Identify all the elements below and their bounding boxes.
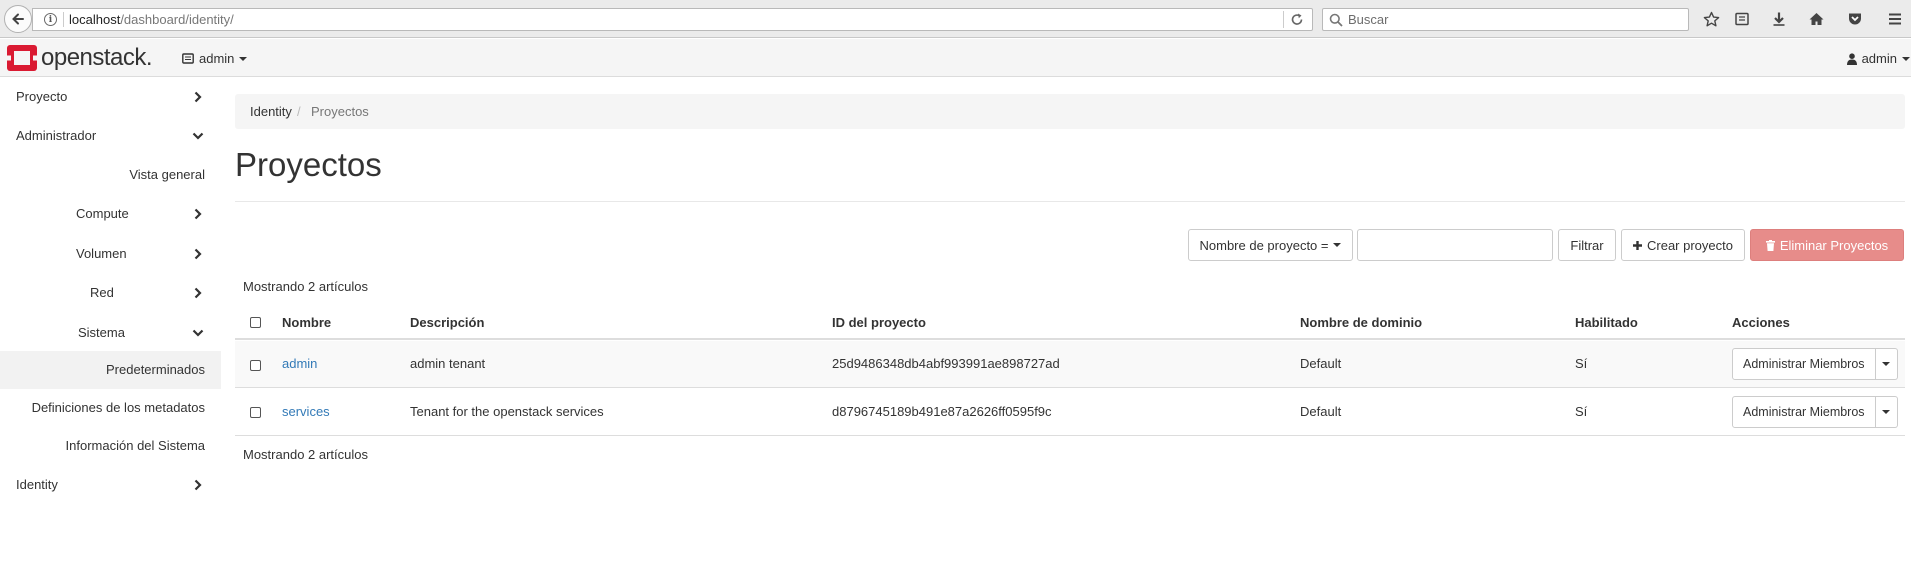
row-actions: Administrar Miembros xyxy=(1732,396,1898,428)
item-count-bottom: Mostrando 2 artículos xyxy=(243,447,369,462)
breadcrumb-current: Proyectos xyxy=(311,104,369,119)
user-name: admin xyxy=(1861,51,1897,66)
col-header-nombre-dominio[interactable]: Nombre de dominio xyxy=(1300,315,1422,330)
col-header-acciones: Acciones xyxy=(1732,315,1790,330)
search-placeholder: Buscar xyxy=(1348,12,1389,27)
sidebar-item-identity[interactable]: Identity xyxy=(0,466,221,504)
table-row: services Tenant for the openstack servic… xyxy=(235,389,1905,436)
table-row: admin admin tenant 25d9486348db4abf99399… xyxy=(235,341,1905,388)
chevron-down-icon xyxy=(192,329,204,337)
openstack-logo-text[interactable]: openstack. xyxy=(41,44,153,72)
chevron-right-icon xyxy=(194,91,202,103)
project-description: Tenant for the openstack services xyxy=(410,404,604,419)
project-name: admin xyxy=(199,51,235,66)
filter-button[interactable]: Filtrar xyxy=(1558,229,1616,261)
breadcrumb-separator: / xyxy=(297,104,301,119)
row-checkbox[interactable] xyxy=(250,360,261,371)
col-header-id-proyecto[interactable]: ID del proyecto xyxy=(832,315,926,330)
create-project-button[interactable]: Crear proyecto xyxy=(1621,229,1745,261)
actions-dropdown-toggle[interactable] xyxy=(1875,396,1898,428)
info-icon[interactable]: i xyxy=(44,13,57,26)
project-enabled: Sí xyxy=(1575,404,1588,419)
project-id: 25d9486348db4abf993991ae898727ad xyxy=(832,356,1060,371)
table-header: Nombre Descripción ID del proyecto Nombr… xyxy=(235,305,1905,340)
home-icon[interactable] xyxy=(1806,9,1826,29)
item-count-top: Mostrando 2 artículos xyxy=(243,279,369,294)
page-title: Proyectos xyxy=(235,146,382,183)
chevron-right-icon xyxy=(194,208,202,220)
url-text[interactable]: localhost/dashboard/identity/ xyxy=(69,12,234,27)
sidebar-item-informacion-sistema[interactable]: Información del Sistema xyxy=(0,427,221,465)
user-menu[interactable]: admin xyxy=(1846,51,1911,66)
user-icon xyxy=(1846,52,1857,65)
download-icon[interactable] xyxy=(1769,9,1789,29)
sidebar-item-predeterminados[interactable]: Predeterminados xyxy=(0,351,221,389)
caret-down-icon xyxy=(1882,410,1891,414)
divider xyxy=(235,201,1905,202)
row-checkbox[interactable] xyxy=(250,407,261,418)
caret-down-icon xyxy=(1882,362,1891,366)
manage-members-button[interactable]: Administrar Miembros xyxy=(1732,396,1876,428)
openstack-logo-icon[interactable] xyxy=(7,45,37,71)
caret-down-icon xyxy=(1902,56,1910,61)
row-actions: Administrar Miembros xyxy=(1732,348,1898,380)
sidebar-item-proyecto[interactable]: Proyecto xyxy=(0,78,221,116)
delete-projects-button[interactable]: Eliminar Proyectos xyxy=(1750,229,1904,261)
reload-icon[interactable] xyxy=(1290,12,1304,27)
breadcrumb: Identity / Proyectos xyxy=(235,94,1905,129)
plus-icon xyxy=(1633,240,1642,250)
browser-search-box[interactable]: Buscar xyxy=(1322,8,1689,31)
breadcrumb-identity[interactable]: Identity xyxy=(250,104,292,119)
trash-icon xyxy=(1765,239,1775,251)
bookmark-star-icon[interactable] xyxy=(1701,9,1721,29)
sidebar-item-volumen[interactable]: Volumen xyxy=(0,235,221,273)
project-description: admin tenant xyxy=(410,356,486,371)
col-header-nombre[interactable]: Nombre xyxy=(282,315,331,330)
project-picker[interactable]: admin xyxy=(182,51,248,66)
back-button[interactable] xyxy=(4,5,32,33)
chevron-right-icon xyxy=(194,479,202,491)
hamburger-menu-icon[interactable] xyxy=(1885,9,1905,29)
project-domain: Default xyxy=(1300,356,1342,371)
project-icon xyxy=(182,53,194,64)
browser-toolbar: i localhost/dashboard/identity/ Buscar xyxy=(0,0,1911,38)
pocket-icon[interactable] xyxy=(1845,9,1865,29)
caret-down-icon xyxy=(239,56,248,61)
sidebar-item-sistema[interactable]: Sistema xyxy=(0,314,221,352)
select-all-checkbox[interactable] xyxy=(250,317,261,328)
chevron-right-icon xyxy=(194,287,202,299)
search-icon xyxy=(1329,13,1343,27)
project-name-link[interactable]: admin xyxy=(282,356,317,371)
arrow-left-icon xyxy=(12,13,24,25)
sidebar-item-administrador[interactable]: Administrador xyxy=(0,117,221,155)
col-header-habilitado[interactable]: Habilitado xyxy=(1575,315,1638,330)
project-domain: Default xyxy=(1300,404,1342,419)
filter-field-select[interactable]: Nombre de proyecto = xyxy=(1188,229,1353,261)
reading-list-icon[interactable] xyxy=(1732,9,1752,29)
manage-members-button[interactable]: Administrar Miembros xyxy=(1732,348,1876,380)
caret-down-icon xyxy=(1333,243,1342,247)
sidebar-item-definiciones-metadatos[interactable]: Definiciones de los metadatos xyxy=(0,389,221,427)
chevron-down-icon xyxy=(192,132,204,140)
url-bar[interactable]: i localhost/dashboard/identity/ xyxy=(32,8,1313,31)
sidebar-item-vista-general[interactable]: Vista general xyxy=(0,156,221,194)
sidebar-item-compute[interactable]: Compute xyxy=(0,195,221,233)
project-enabled: Sí xyxy=(1575,356,1588,371)
chevron-right-icon xyxy=(194,248,202,260)
project-id: d8796745189b491e87a2626ff0595f9c xyxy=(832,404,1052,419)
filter-input[interactable] xyxy=(1357,229,1553,261)
col-header-descripcion[interactable]: Descripción xyxy=(410,315,484,330)
sidebar-item-red[interactable]: Red xyxy=(0,274,221,312)
top-navbar: openstack. admin admin xyxy=(0,39,1911,77)
actions-dropdown-toggle[interactable] xyxy=(1875,348,1898,380)
project-name-link[interactable]: services xyxy=(282,404,330,419)
